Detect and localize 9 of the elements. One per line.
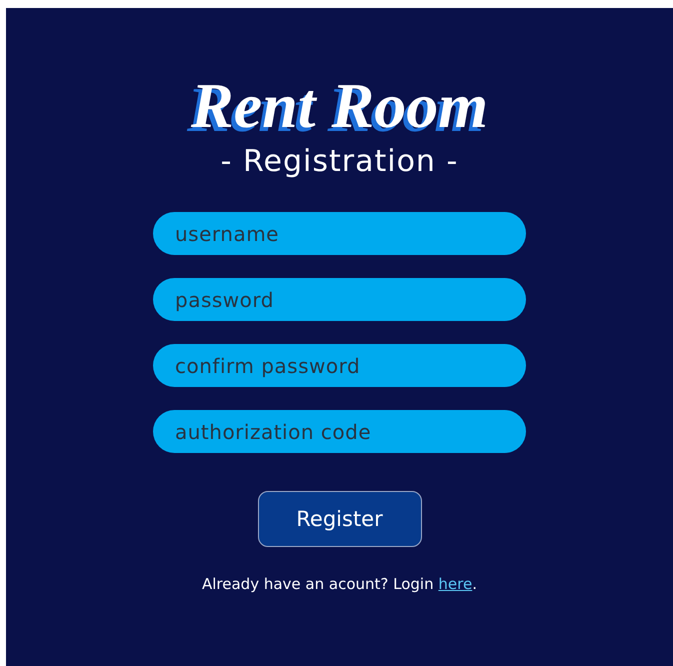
input-field[interactable]: confirm password	[153, 344, 526, 387]
input-field[interactable]: password	[153, 278, 526, 321]
login-link[interactable]: here	[438, 575, 472, 593]
input-field[interactable]: authorization code	[153, 410, 526, 453]
page-subtitle: - Registration -	[220, 143, 458, 181]
login-prompt: Already have an acount? Login here.	[202, 575, 477, 593]
logo-title: Rent Room	[191, 70, 488, 142]
input-field[interactable]: username	[153, 212, 526, 255]
register-button[interactable]: Register	[258, 491, 422, 547]
